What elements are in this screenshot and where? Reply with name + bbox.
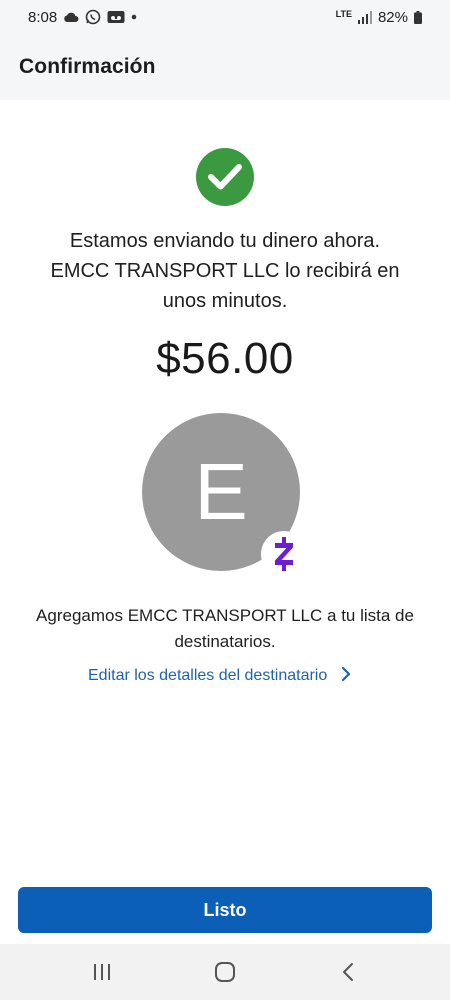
success-check-icon xyxy=(196,148,254,206)
status-right: LTE 82% xyxy=(336,9,422,26)
cloud-icon xyxy=(63,11,79,23)
voicemail-icon xyxy=(107,10,125,24)
confirmation-message: Estamos enviando tu dinero ahora. EMCC T… xyxy=(30,226,420,316)
amount: $56.00 xyxy=(156,334,294,383)
lte-label: LTE xyxy=(335,8,352,19)
battery-icon xyxy=(414,10,422,24)
zelle-icon xyxy=(261,531,307,577)
dot-icon xyxy=(131,14,137,20)
status-bar: 8:08 LTE 82% xyxy=(0,0,450,34)
message-line: EMCC TRANSPORT LLC lo recibirá en xyxy=(50,260,400,282)
header: Confirmación xyxy=(0,34,450,100)
back-icon[interactable] xyxy=(318,952,378,992)
status-left: 8:08 xyxy=(28,9,137,26)
clock: 8:08 xyxy=(28,8,58,26)
recipient-added-text: Agregamos EMCC TRANSPORT LLC a tu lista … xyxy=(36,606,414,651)
edit-recipient-label: Editar los detalles del destinatario xyxy=(88,667,328,684)
done-button[interactable]: Listo xyxy=(18,887,432,933)
edit-recipient-link[interactable]: Editar los detalles del destinatario xyxy=(88,664,351,688)
signal-icon xyxy=(357,10,372,24)
recent-apps-icon[interactable] xyxy=(72,952,132,992)
system-nav-bar xyxy=(0,944,450,1000)
chevron-right-icon xyxy=(341,666,351,687)
message-line: Estamos enviando tu dinero ahora. xyxy=(69,230,381,252)
message-line: unos minutos. xyxy=(162,290,288,312)
whatsapp-icon xyxy=(85,9,101,25)
page-title: Confirmación xyxy=(19,55,156,78)
avatar-initial: E xyxy=(194,447,248,536)
battery-percent: 82% xyxy=(377,8,408,26)
home-icon[interactable] xyxy=(195,952,255,992)
